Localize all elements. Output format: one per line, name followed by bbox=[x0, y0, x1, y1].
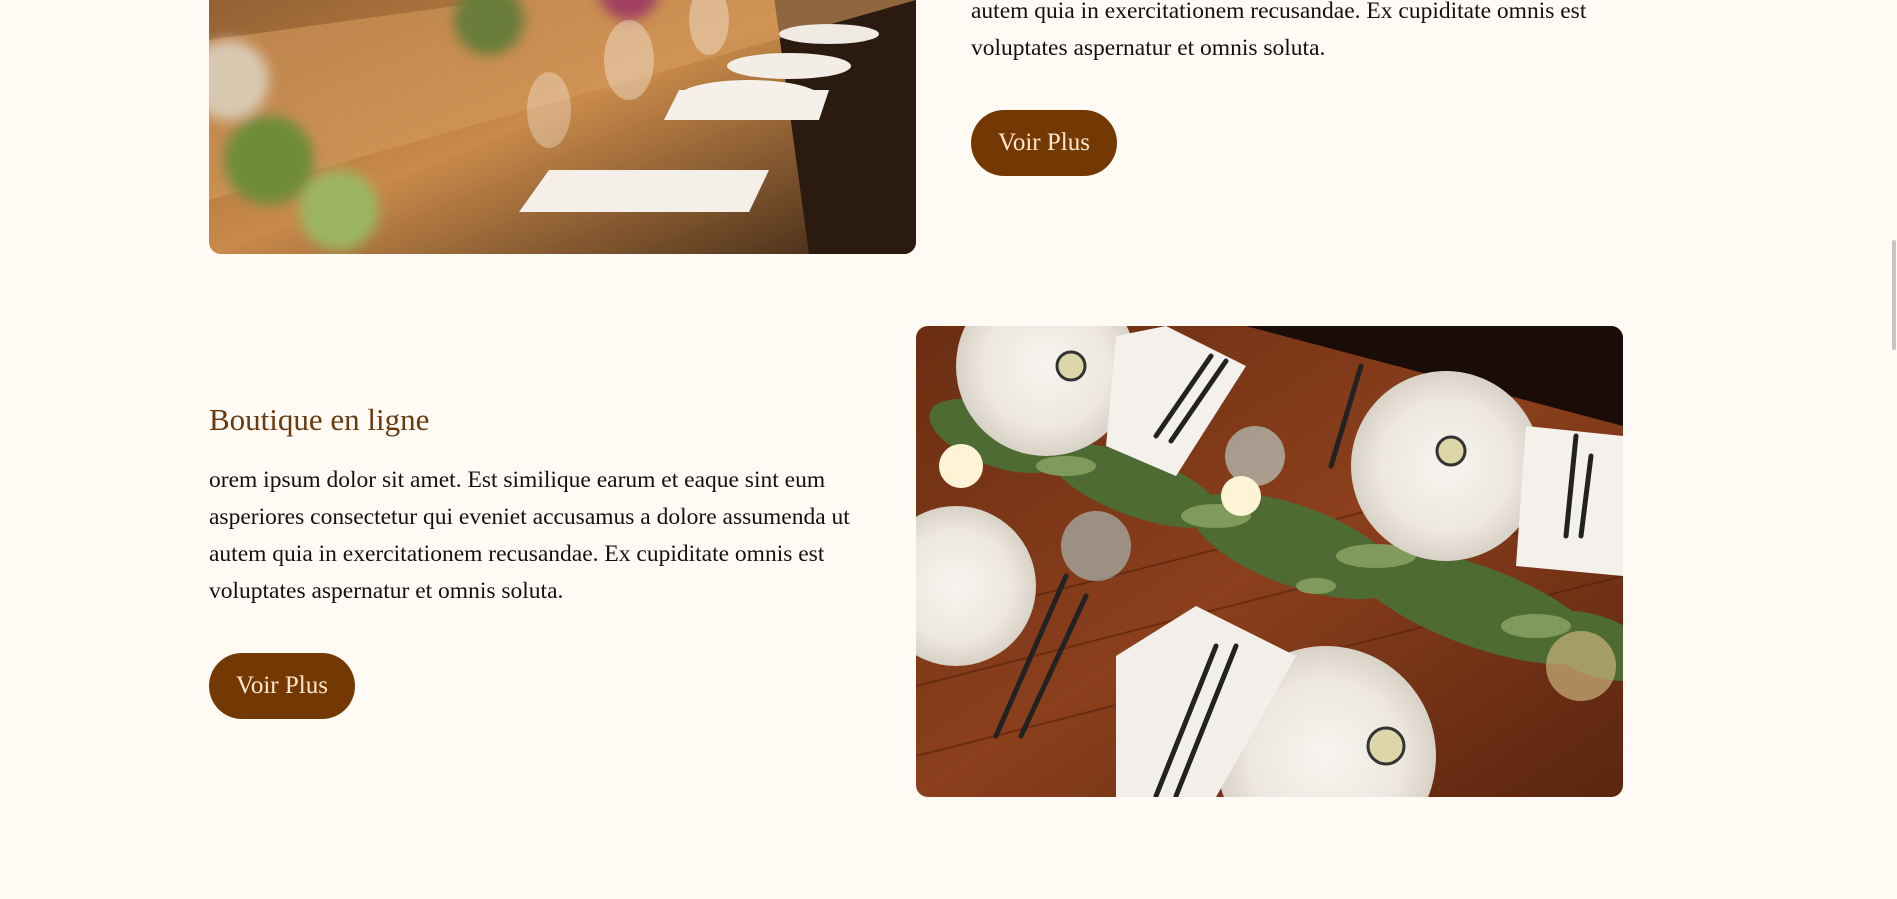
boutique-heading: Boutique en ligne bbox=[209, 402, 430, 437]
voir-plus-button[interactable]: Voir Plus bbox=[971, 110, 1117, 176]
page-scrollbar[interactable] bbox=[1891, 0, 1897, 899]
table-setting-image bbox=[916, 326, 1623, 797]
section2-paragraph: orem ipsum dolor sit amet. Est similique… bbox=[209, 467, 850, 604]
voir-plus-button-2[interactable]: Voir Plus bbox=[209, 653, 355, 719]
banquet-table-image bbox=[209, 0, 916, 254]
section1-paragraph: autem quia in exercitationem recusandae.… bbox=[971, 0, 1587, 61]
scrollbar-thumb[interactable] bbox=[1892, 240, 1896, 350]
